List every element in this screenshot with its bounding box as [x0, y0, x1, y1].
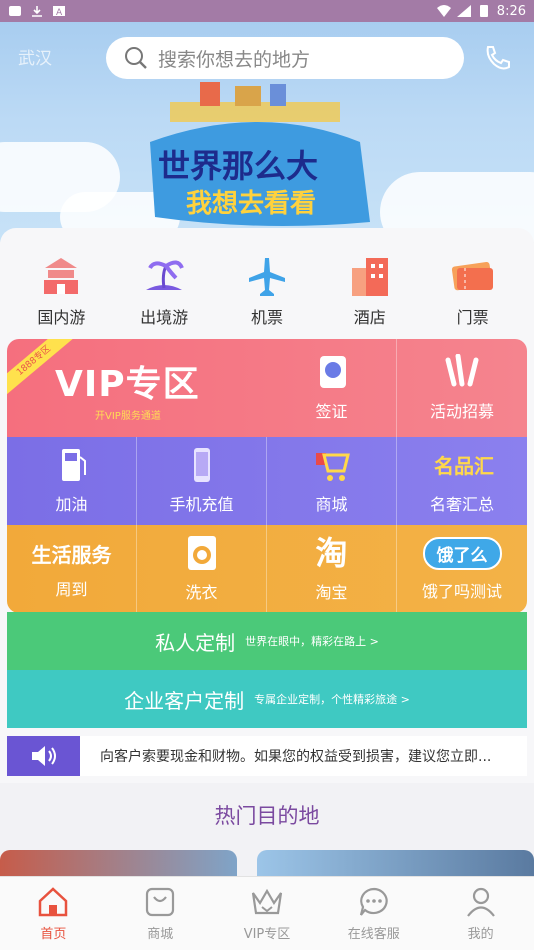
passport-icon	[319, 356, 346, 388]
grid-item-mall[interactable]: 商城	[267, 437, 397, 525]
grid-item-eleme[interactable]: 饿了么 饿了吗测试	[397, 525, 527, 613]
grid-item-events[interactable]: 活动招募	[397, 339, 527, 437]
people-cheer-icon	[445, 354, 479, 387]
enterprise-custom-title: 企业客户定制	[124, 688, 245, 713]
washing-machine-icon	[187, 536, 216, 570]
tab-label: 在线客服	[347, 927, 400, 942]
grid-label: 商城	[315, 495, 348, 514]
tab-support[interactable]: 在线客服	[320, 877, 427, 950]
category-label: 出境游	[140, 308, 189, 327]
eleme-logo: 饿了么	[422, 536, 502, 570]
tab-label: 商城	[147, 927, 174, 942]
category-label: 国内游	[37, 308, 86, 327]
notice-bar[interactable]: 向客户索要现金和财物。如果您的权益受到损害，建议您立即...	[7, 736, 527, 776]
mobile-charge-icon	[193, 448, 210, 482]
grid-item-luxury[interactable]: 名品汇 名奢汇总	[397, 437, 527, 525]
shopping-cart-icon	[315, 453, 350, 481]
user-icon	[466, 887, 495, 917]
banner-subline: 我想去看看	[186, 189, 316, 219]
bottom-tab-bar: 首页 商城 VIP专区 在线客服 我的	[0, 876, 534, 950]
grid-label: 活动招募	[429, 402, 494, 421]
wifi-icon	[436, 5, 451, 17]
tab-label: VIP专区	[243, 927, 291, 942]
speaker-icon	[31, 746, 56, 766]
main-card: 国内游 出境游 机票 酒店 门票 1888专区 VIP专区 开VIP服务通道 签…	[0, 228, 534, 783]
notice-text: 向客户索要现金和财物。如果您的权益受到损害，建议您立即...	[100, 749, 492, 765]
grid-item-taobao[interactable]: 淘 淘宝	[267, 525, 397, 613]
status-bar: A 8:26	[0, 0, 534, 22]
battery-icon	[479, 5, 488, 17]
search-bar[interactable]: 搜索你想去的地方	[106, 37, 464, 79]
notice-speaker	[7, 736, 80, 776]
shopping-bag-icon	[146, 887, 175, 917]
grid-label: 名奢汇总	[429, 495, 494, 514]
category-flights[interactable]: 机票	[222, 228, 312, 333]
app-notification-icon: A	[53, 6, 65, 17]
crown-icon	[251, 888, 283, 915]
luxury-logo-text: 名品汇	[434, 454, 494, 478]
private-custom-title: 私人定制	[155, 630, 236, 655]
tab-vip[interactable]: VIP专区	[214, 877, 321, 950]
service-grid: 1888专区 VIP专区 开VIP服务通道 签证 活动招募 加油 手机充值 商城…	[7, 339, 527, 613]
banner-illustration: 世界那么大 我想去看看	[150, 82, 370, 226]
private-custom-subtitle: 世界在眼中，精彩在路上 >	[245, 635, 379, 648]
category-label: 门票	[456, 308, 489, 327]
city-selector[interactable]: 武汉	[18, 44, 52, 69]
grid-label: 淘宝	[315, 583, 348, 602]
tab-label: 首页	[40, 927, 67, 942]
grid-item-visa[interactable]: 签证	[267, 339, 397, 437]
destination-card[interactable]	[0, 850, 237, 876]
grid-label: 签证	[315, 402, 348, 421]
banner-headline: 世界那么大	[158, 147, 318, 185]
category-outbound[interactable]: 出境游	[119, 228, 209, 333]
gas-pump-icon	[61, 449, 86, 481]
grid-label: 手机充值	[169, 495, 234, 514]
tab-profile[interactable]: 我的	[427, 877, 534, 950]
phone-icon[interactable]	[482, 44, 512, 72]
category-row: 国内游 出境游 机票 酒店 门票	[0, 228, 534, 333]
grid-item-laundry[interactable]: 洗衣	[137, 525, 267, 613]
grid-item-fuel[interactable]: 加油	[7, 437, 137, 525]
grid-label: 周到	[55, 579, 88, 599]
notification-icon	[9, 6, 21, 16]
category-label: 酒店	[353, 308, 386, 327]
hotel-icon	[351, 258, 388, 296]
enterprise-custom-bar[interactable]: 企业客户定制 专属企业定制，个性精彩旅途 >	[7, 670, 527, 728]
category-hotels[interactable]: 酒店	[325, 228, 415, 333]
grid-label: 加油	[55, 495, 88, 514]
life-service-logo: 生活服务	[31, 542, 112, 567]
category-tickets[interactable]: 门票	[428, 228, 518, 333]
tab-mall[interactable]: 商城	[107, 877, 214, 950]
category-domestic[interactable]: 国内游	[16, 228, 106, 333]
destination-card[interactable]	[257, 850, 534, 876]
grid-label: 洗衣	[185, 583, 218, 602]
airplane-icon	[248, 258, 285, 296]
download-icon	[32, 6, 42, 17]
chat-icon	[359, 887, 388, 916]
vip-title: VIP专区	[55, 363, 200, 405]
svg-text:A: A	[56, 8, 63, 17]
private-custom-bar[interactable]: 私人定制 世界在眼中，精彩在路上 >	[7, 612, 527, 670]
tab-home[interactable]: 首页	[0, 877, 107, 950]
enterprise-custom-subtitle: 专属企业定制，个性精彩旅途 >	[254, 693, 410, 706]
palm-island-icon	[146, 260, 185, 290]
luxury-logo-icon: 名品汇	[434, 454, 494, 478]
vip-zone-tile[interactable]: 1888专区 VIP专区 开VIP服务通道	[7, 339, 267, 437]
category-label: 机票	[250, 308, 283, 327]
taobao-logo: 淘	[315, 534, 348, 572]
grid-item-life-service[interactable]: 生活服务 周到	[7, 525, 137, 613]
search-icon	[125, 47, 147, 69]
ticket-icon	[451, 261, 493, 291]
vip-subtitle: 开VIP服务通道	[95, 410, 161, 422]
grid-label: 饿了吗测试	[421, 581, 502, 601]
search-placeholder: 搜索你想去的地方	[158, 48, 311, 71]
home-icon	[39, 887, 68, 917]
grid-item-phone-topup[interactable]: 手机充值	[137, 437, 267, 525]
temple-icon	[44, 258, 79, 294]
hot-destinations-title: 热门目的地	[214, 804, 320, 828]
status-time: 8:26	[496, 3, 526, 19]
tab-label: 我的	[467, 927, 494, 942]
signal-icon	[456, 5, 471, 17]
